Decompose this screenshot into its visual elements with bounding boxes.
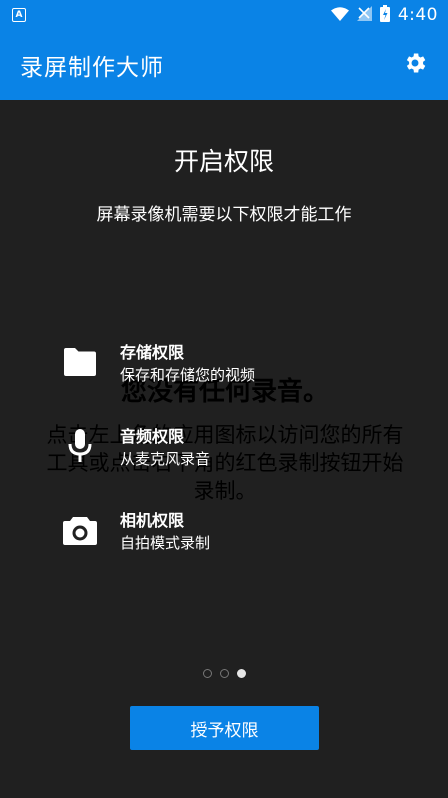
page-dot[interactable] bbox=[220, 669, 229, 678]
settings-button[interactable] bbox=[400, 50, 430, 80]
status-time: 4:40 bbox=[397, 5, 438, 25]
permission-item-audio: 音频权限 从麦克风录音 bbox=[60, 426, 210, 470]
permission-name: 相机权限 bbox=[120, 511, 185, 530]
permissions-subtitle: 屏幕录像机需要以下权限才能工作 bbox=[96, 205, 352, 225]
page-dot-active[interactable] bbox=[237, 669, 246, 678]
camera-icon bbox=[60, 510, 100, 550]
page-indicator bbox=[203, 669, 246, 678]
permission-item-camera: 相机权限 自拍模式录制 bbox=[60, 510, 210, 554]
grant-permissions-button[interactable]: 授予权限 bbox=[130, 706, 319, 750]
permission-description: 自拍模式录制 bbox=[120, 534, 211, 552]
permission-name: 存储权限 bbox=[120, 343, 185, 362]
status-bar: A 4:40 bbox=[0, 0, 448, 30]
notification-letter: A bbox=[15, 9, 23, 20]
permission-description: 从麦克风录音 bbox=[120, 450, 211, 468]
app-notification-icon: A bbox=[12, 8, 26, 22]
gear-icon bbox=[402, 50, 428, 80]
permissions-title: 开启权限 bbox=[173, 147, 274, 176]
microphone-icon bbox=[60, 426, 100, 466]
page-dot[interactable] bbox=[203, 669, 212, 678]
folder-icon bbox=[60, 342, 100, 382]
signal-icon bbox=[356, 5, 372, 25]
main-content: 您没有任何录音。 点击左上角的应用图标以访问您的所有工具或点击右下角的红色录制按… bbox=[0, 100, 448, 798]
app-title: 录屏制作大师 bbox=[20, 55, 164, 81]
wifi-icon bbox=[330, 6, 349, 25]
permission-description: 保存和存储您的视频 bbox=[120, 366, 256, 384]
battery-icon bbox=[379, 4, 390, 26]
permission-item-storage: 存储权限 保存和存储您的视频 bbox=[60, 342, 255, 386]
app-bar: 录屏制作大师 bbox=[0, 30, 448, 100]
permission-name: 音频权限 bbox=[120, 427, 185, 446]
